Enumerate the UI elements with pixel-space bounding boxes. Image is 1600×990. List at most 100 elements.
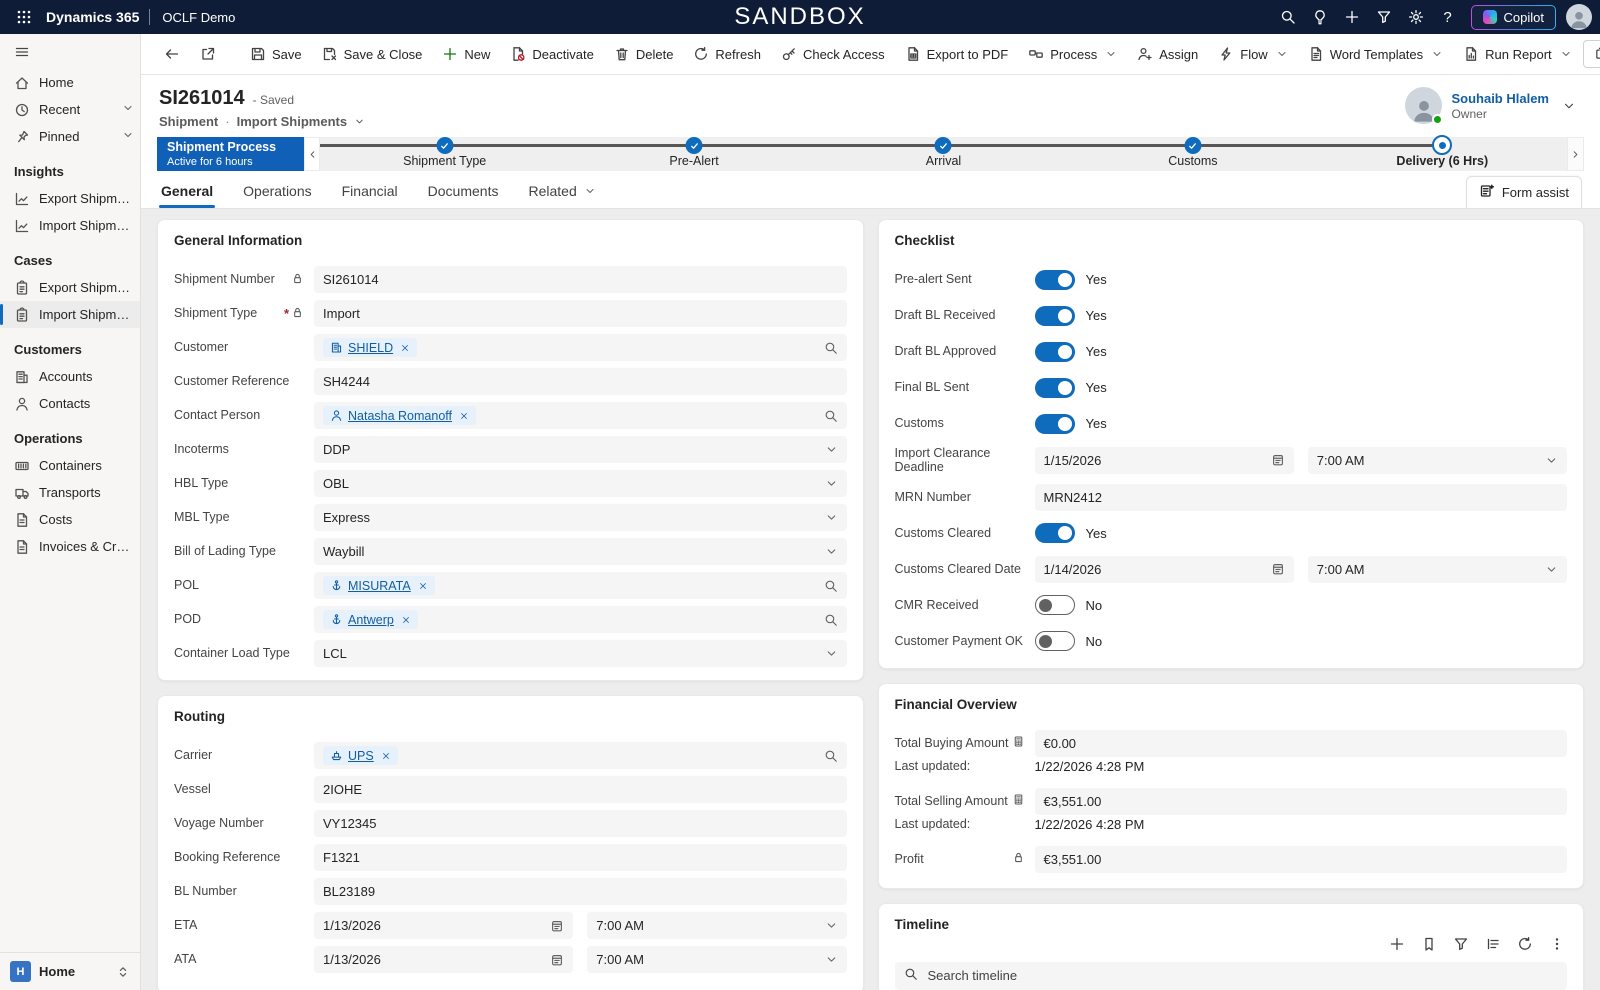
shipment-number-input[interactable]: SI261014 xyxy=(314,266,847,293)
lookup-search-icon[interactable] xyxy=(824,613,838,627)
lookup-search-icon[interactable] xyxy=(824,749,838,763)
pod-lookup[interactable]: Antwerp xyxy=(314,606,847,633)
profit-input[interactable]: €3,551.00 xyxy=(1035,846,1568,873)
import-clearance-date-input[interactable]: 1/15/2026 xyxy=(1035,447,1294,474)
timeline-search[interactable] xyxy=(895,962,1568,990)
user-avatar[interactable] xyxy=(1566,4,1592,30)
total-selling-amount-input[interactable]: €3,551.00 xyxy=(1035,788,1568,815)
calendar-icon[interactable] xyxy=(1271,453,1285,467)
save-button[interactable]: Save xyxy=(241,40,311,68)
eta-time-input[interactable]: 7:00 AM xyxy=(587,912,846,939)
lookup-search-icon[interactable] xyxy=(824,409,838,423)
carrier-chip[interactable]: UPS xyxy=(323,746,398,765)
form-assist-button[interactable]: Form assist xyxy=(1466,176,1582,208)
sidebar-item-export-shipment[interactable]: Export Shipment xyxy=(0,185,140,212)
calendar-icon[interactable] xyxy=(550,919,564,933)
calendar-icon[interactable] xyxy=(550,953,564,967)
calendar-icon[interactable] xyxy=(1271,562,1285,576)
shipment-type-input[interactable]: Import xyxy=(314,300,847,327)
expand-records-icon[interactable] xyxy=(1485,936,1501,952)
share-button[interactable]: Share xyxy=(1583,40,1600,68)
sidebar-item-costs[interactable]: Costs xyxy=(0,506,140,533)
plus-icon[interactable] xyxy=(1337,2,1367,32)
copilot-button[interactable]: Copilot xyxy=(1471,5,1556,30)
customs-cleared-time-input[interactable]: 7:00 AM xyxy=(1308,556,1567,583)
customs-cleared-toggle[interactable] xyxy=(1035,523,1075,543)
sidebar-item-import-shipments[interactable]: Import Shipments xyxy=(0,301,140,328)
vessel-input[interactable]: 2IOHE xyxy=(314,776,847,803)
delete-button[interactable]: Delete xyxy=(605,40,683,68)
draft-bl-received-toggle[interactable] xyxy=(1035,306,1075,326)
refresh-button[interactable]: Refresh xyxy=(684,40,770,68)
waffle-menu-icon[interactable] xyxy=(8,1,40,33)
sidebar-item-transports[interactable]: Transports xyxy=(0,479,140,506)
stage-shipment-type[interactable]: Shipment Type xyxy=(320,137,569,171)
tab-related[interactable]: Related xyxy=(526,175,597,208)
chevron-down-icon[interactable] xyxy=(1562,99,1576,113)
remove-icon[interactable] xyxy=(381,751,391,761)
booking-reference-input[interactable]: F1321 xyxy=(314,844,847,871)
back-button[interactable] xyxy=(155,40,189,68)
remove-icon[interactable] xyxy=(459,411,469,421)
import-clearance-time-input[interactable]: 7:00 AM xyxy=(1308,447,1567,474)
assign-button[interactable]: Assign xyxy=(1128,40,1207,68)
check-access-button[interactable]: Check Access xyxy=(772,40,894,68)
tab-financial[interactable]: Financial xyxy=(340,175,400,208)
lightbulb-icon[interactable] xyxy=(1305,2,1335,32)
draft-bl-approved-toggle[interactable] xyxy=(1035,342,1075,362)
tab-documents[interactable]: Documents xyxy=(426,175,501,208)
customs-cleared-date-input[interactable]: 1/14/2026 xyxy=(1035,556,1294,583)
filter-icon[interactable] xyxy=(1369,2,1399,32)
pod-chip[interactable]: Antwerp xyxy=(323,610,418,629)
process-name-box[interactable]: Shipment Process Active for 6 hours xyxy=(157,137,304,171)
sidebar-item-containers[interactable]: Containers xyxy=(0,452,140,479)
filter-icon[interactable] xyxy=(1453,936,1469,952)
area-switcher[interactable]: H Home xyxy=(0,952,140,990)
owner-name[interactable]: Souhaib Hlalem xyxy=(1451,91,1549,106)
view-selector[interactable]: Import Shipments xyxy=(237,114,348,129)
cmr-received-toggle[interactable] xyxy=(1035,595,1075,615)
mrn-number-input[interactable]: MRN2412 xyxy=(1035,484,1568,511)
new-button[interactable]: New xyxy=(433,40,499,68)
hbl-type-select[interactable]: OBL xyxy=(314,470,847,497)
bl-number-input[interactable]: BL23189 xyxy=(314,878,847,905)
flow-button[interactable]: Flow xyxy=(1209,40,1296,68)
hamburger-icon[interactable] xyxy=(0,34,140,69)
app-name[interactable]: Dynamics 365 xyxy=(46,9,139,25)
tab-operations[interactable]: Operations xyxy=(241,175,313,208)
incoterms-select[interactable]: DDP xyxy=(314,436,847,463)
timeline-search-input[interactable] xyxy=(926,967,1559,984)
customs-toggle[interactable] xyxy=(1035,414,1075,434)
pol-chip[interactable]: MISURATA xyxy=(323,576,435,595)
container-load-select[interactable]: LCL xyxy=(314,640,847,667)
process-button[interactable]: Process xyxy=(1019,40,1126,68)
sidebar-item-import-shipments-insight[interactable]: Import Shipments xyxy=(0,212,140,239)
customer-lookup[interactable]: SHIELD xyxy=(314,334,847,361)
contact-person-lookup[interactable]: Natasha Romanoff xyxy=(314,402,847,429)
sidebar-item-accounts[interactable]: Accounts xyxy=(0,363,140,390)
stage-delivery[interactable]: Delivery (6 Hrs) xyxy=(1318,137,1567,171)
popout-button[interactable] xyxy=(191,40,225,68)
process-collapse-button[interactable] xyxy=(304,137,320,171)
run-report-button[interactable]: Run Report xyxy=(1454,40,1580,68)
more-options-icon[interactable] xyxy=(1549,936,1565,952)
export-pdf-button[interactable]: Export to PDF xyxy=(896,40,1018,68)
mbl-type-select[interactable]: Express xyxy=(314,504,847,531)
gear-icon[interactable] xyxy=(1401,2,1431,32)
customer-chip[interactable]: SHIELD xyxy=(323,338,417,357)
ata-date-input[interactable]: 1/13/2026 xyxy=(314,946,573,973)
lookup-search-icon[interactable] xyxy=(824,579,838,593)
word-templates-button[interactable]: Word Templates xyxy=(1299,40,1452,68)
contact-chip[interactable]: Natasha Romanoff xyxy=(323,406,476,425)
lookup-search-icon[interactable] xyxy=(824,341,838,355)
voyage-number-input[interactable]: VY12345 xyxy=(314,810,847,837)
sidebar-item-invoices[interactable]: Invoices & Credit No... xyxy=(0,533,140,560)
pre-alert-toggle[interactable] xyxy=(1035,270,1075,290)
customer-payment-toggle[interactable] xyxy=(1035,631,1075,651)
chevron-down-icon[interactable] xyxy=(354,116,365,127)
add-icon[interactable] xyxy=(1389,936,1405,952)
total-buying-amount-input[interactable]: €0.00 xyxy=(1035,730,1568,757)
carrier-lookup[interactable]: UPS xyxy=(314,742,847,769)
sidebar-item-export-shipments[interactable]: Export Shipments xyxy=(0,274,140,301)
refresh-icon[interactable] xyxy=(1517,936,1533,952)
